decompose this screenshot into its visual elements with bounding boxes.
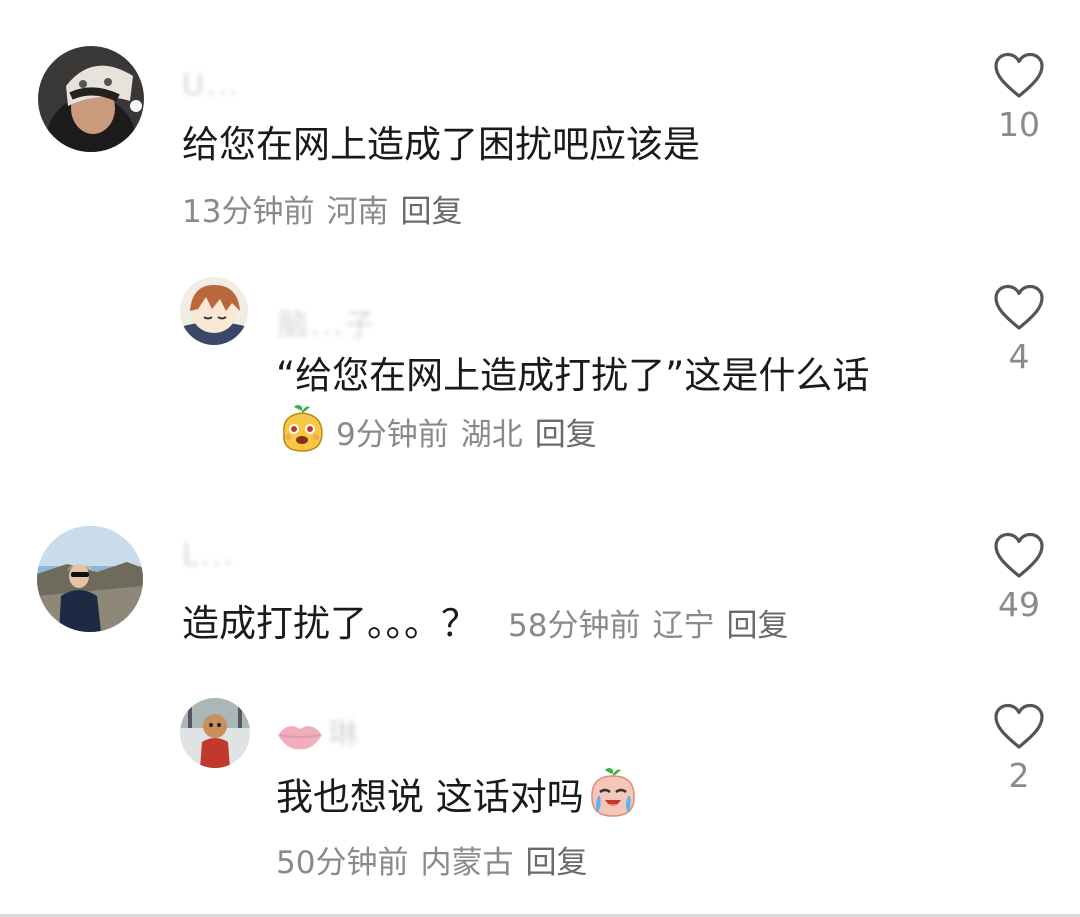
username[interactable]: 脑...子 [278,300,377,344]
reply-item: 琳 我也想说 这话对吗 50分钟前 内蒙古 回复 2 [0,685,1080,914]
reply-item: 脑...子 “给您在网上造成打扰了”这是什么话 9分钟前 湖北 回复 4 [0,260,1080,490]
reply-button[interactable]: 回复 [535,417,597,453]
like-count: 2 [1008,756,1030,795]
timestamp: 13分钟前 [182,194,315,230]
like-button[interactable]: 2 [984,703,1054,792]
avatar[interactable] [180,698,250,768]
timestamp: 9分钟前 [336,416,449,453]
lips-icon [278,725,322,749]
comment-meta: 13分钟前 河南 回复 [182,197,474,228]
reply-button[interactable]: 回复 [726,608,788,644]
avatar[interactable] [38,46,144,152]
location: 河南 [326,194,389,230]
reply-button[interactable]: 回复 [400,194,462,230]
username[interactable]: L... [182,538,235,573]
location: 湖北 [460,416,523,453]
comment-text-content: 造成打扰了。。。？ [182,602,478,645]
comment-text: “给您在网上造成打扰了”这是什么话 [276,354,870,397]
username[interactable]: U... [182,68,241,103]
comment-item: L... 造成打扰了。。。？ 58分钟前 辽宁 回复 49 [0,510,1080,685]
mango-sticker-icon [283,405,323,452]
heart-outline-icon [994,532,1044,578]
comment-meta: 50分钟前 内蒙古 回复 [276,848,599,879]
heart-outline-icon [994,52,1044,98]
crying-emoji-icon [591,768,635,817]
comment-text: 我也想说 这话对吗 [276,768,640,820]
timestamp: 58分钟前 [508,608,641,644]
comment-text: 给您在网上造成了困扰吧应该是 [182,123,700,166]
like-count: 10 [998,105,1040,144]
heart-outline-icon [994,284,1044,330]
like-count: 49 [998,585,1040,624]
avatar[interactable] [180,277,248,345]
like-button[interactable]: 49 [984,532,1054,621]
like-button[interactable]: 10 [984,52,1054,141]
location: 内蒙古 [420,845,514,881]
like-button[interactable]: 4 [984,284,1054,373]
avatar[interactable] [37,526,143,632]
username[interactable]: 琳 [276,709,360,753]
reply-button[interactable]: 回复 [525,845,587,881]
like-count: 4 [1008,337,1030,376]
location: 辽宁 [652,608,715,644]
comment-meta: 58分钟前 辽宁 回复 [508,608,800,644]
timestamp: 50分钟前 [276,845,409,881]
comment-meta: 9分钟前 湖北 回复 [276,405,609,455]
heart-outline-icon [994,703,1044,749]
comment-text-content: 我也想说 这话对吗 [276,775,584,819]
comment-text: 造成打扰了。。。？ 58分钟前 辽宁 回复 [182,605,800,642]
comment-item: U... 给您在网上造成了困扰吧应该是 13分钟前 河南 回复 10 [0,0,1080,260]
